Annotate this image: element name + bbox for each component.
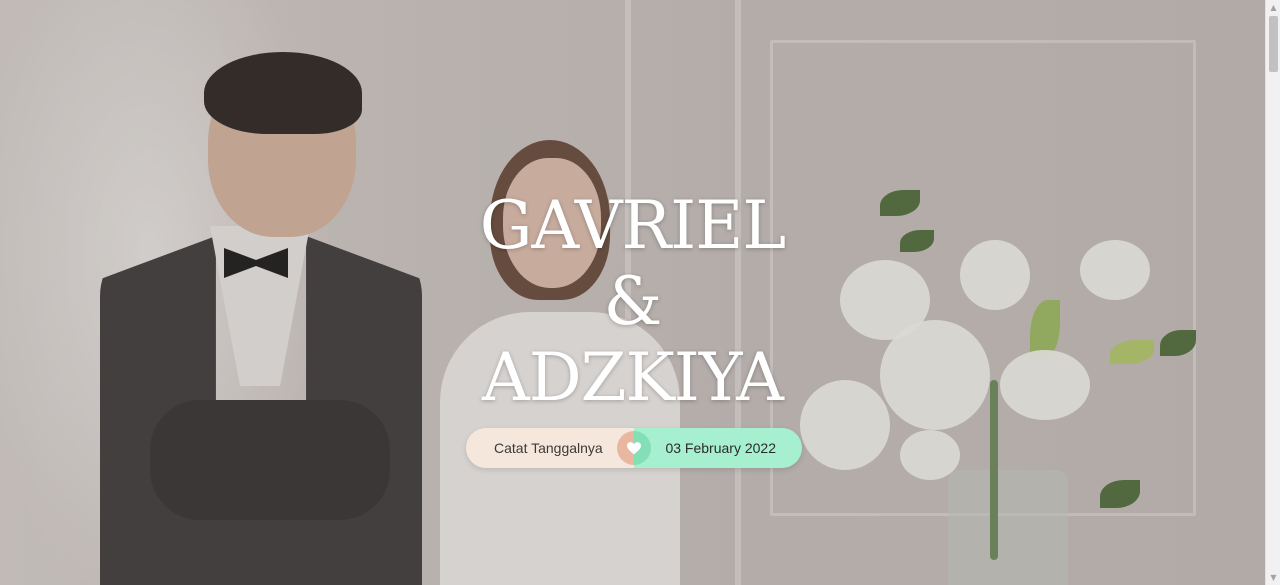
vertical-scrollbar[interactable]: ▲ ▼	[1265, 0, 1280, 585]
wedding-date: 03 February 2022	[634, 428, 802, 468]
save-the-date-button[interactable]: Catat Tanggalnya 03 February 2022	[466, 428, 802, 468]
heart-icon-glyph	[627, 441, 641, 454]
scroll-up-icon[interactable]: ▲	[1266, 0, 1280, 15]
scroll-down-icon[interactable]: ▼	[1266, 570, 1280, 585]
name-bottom: ADZKIYA	[482, 339, 784, 416]
heart-icon	[617, 431, 651, 465]
name-top: GAVRIEL	[479, 187, 787, 264]
page: GAVRIEL & ADZKIYA Catat Tanggalnya 03 Fe…	[0, 0, 1280, 585]
scrollbar-thumb[interactable]	[1269, 16, 1278, 72]
ampersand: &	[603, 263, 663, 340]
save-date-label: Catat Tanggalnya	[466, 428, 634, 468]
couple-names: GAVRIEL & ADZKIYA	[0, 188, 1265, 416]
